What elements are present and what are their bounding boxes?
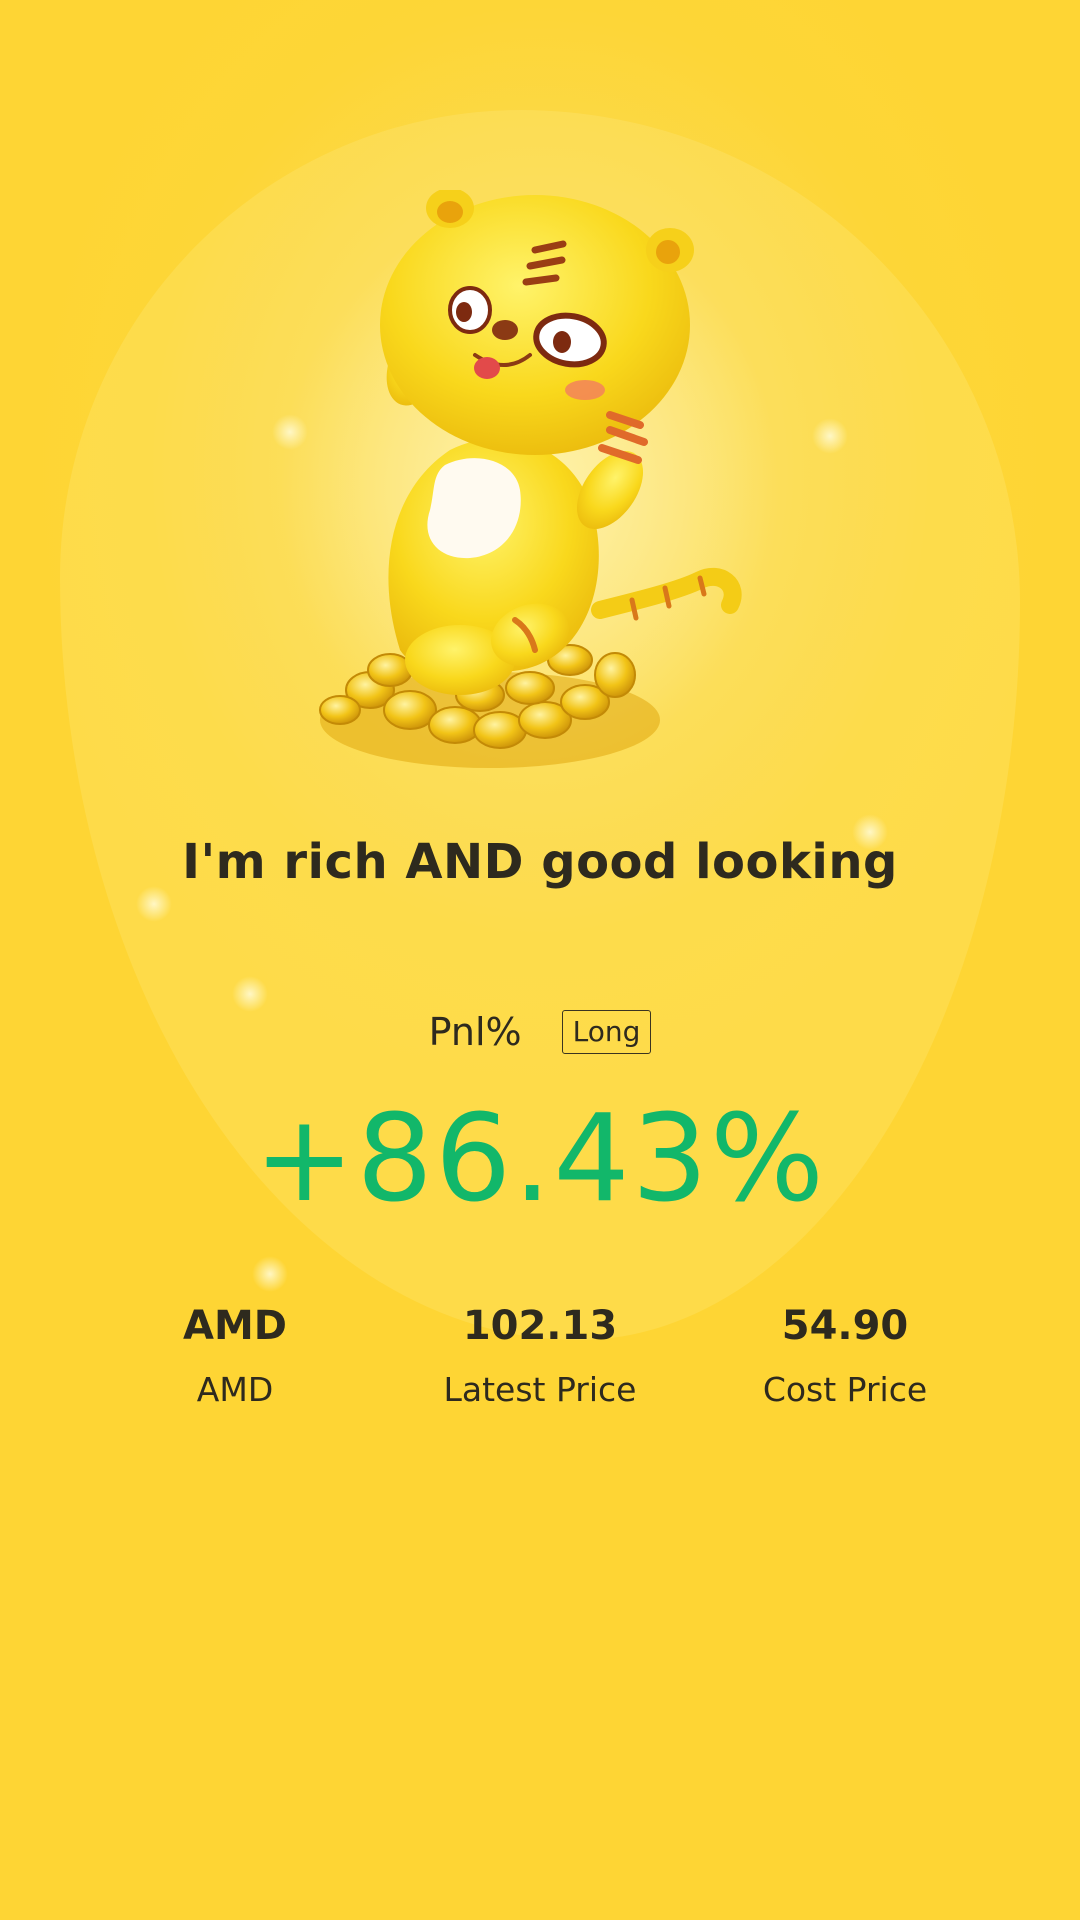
- stat-cost-price: 54.90 Cost Price: [685, 1300, 1005, 1412]
- pnl-label: Pnl%: [428, 1010, 522, 1054]
- headline: I'm rich AND good looking: [182, 834, 898, 890]
- stat-value: 102.13: [462, 1303, 618, 1349]
- stat-value: 54.90: [781, 1303, 909, 1349]
- stat-label: Latest Price: [443, 1370, 637, 1409]
- stat-label: Cost Price: [762, 1370, 928, 1409]
- sparkle-decoration: [812, 418, 848, 454]
- stat-latest-price: 102.13 Latest Price: [380, 1300, 700, 1412]
- tiger-mascot-icon: [280, 190, 780, 770]
- pnl-percentage: +86.43%: [253, 1090, 827, 1229]
- pnl-header: Pnl% Long: [0, 1010, 1080, 1054]
- direction-badge: Long: [561, 1010, 652, 1054]
- sparkle-decoration: [232, 976, 268, 1012]
- sparkle-decoration: [136, 886, 172, 922]
- sparkle-decoration: [252, 1256, 288, 1292]
- stats-row: AMD AMD 102.13 Latest Price 54.90 Cost P…: [0, 1300, 1080, 1430]
- stat-value: AMD: [183, 1303, 287, 1349]
- stat-label: AMD: [196, 1370, 274, 1409]
- stat-symbol: AMD AMD: [75, 1300, 395, 1412]
